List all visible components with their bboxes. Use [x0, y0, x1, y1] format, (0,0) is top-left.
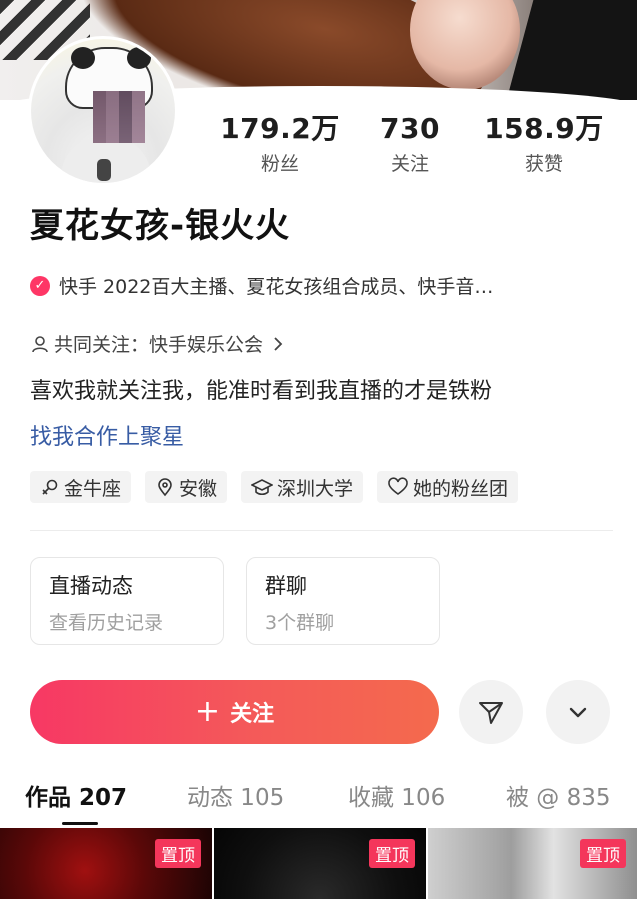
profile-nickname: 夏花女孩-银火火 — [30, 206, 291, 246]
tag-school[interactable]: 深圳大学 — [241, 471, 364, 503]
divider — [30, 530, 613, 531]
following-label: 关注 — [390, 153, 429, 175]
tag-location-label: 安徽 — [179, 477, 218, 500]
stat-following[interactable]: 730 关注 — [360, 113, 460, 176]
plus-icon: + — [194, 694, 221, 729]
person-icon — [32, 335, 48, 352]
tab-mentions[interactable]: 被 @ 835 — [506, 778, 611, 812]
tag-location[interactable]: 安徽 — [145, 471, 228, 503]
avatar-image — [31, 39, 175, 183]
video-thumbnail[interactable]: 置顶 — [428, 828, 637, 899]
verification-row[interactable]: ✓ 快手 2022百大主播、夏花女孩组合成员、快手音… — [30, 272, 493, 299]
verification-text: 快手 2022百大主播、夏花女孩组合成员、快手音… — [59, 276, 494, 298]
followers-label: 粉丝 — [260, 153, 299, 175]
group-chat-card[interactable]: 群聊 3个群聊 — [246, 557, 440, 645]
send-icon — [479, 702, 503, 724]
group-chat-subtitle: 3个群聊 — [265, 612, 335, 634]
graduation-cap-icon — [251, 479, 274, 496]
live-history-subtitle: 查看历史记录 — [49, 612, 164, 634]
tag-fan-club-label: 她的粉丝团 — [413, 477, 509, 500]
verified-check-icon: ✓ — [30, 275, 50, 296]
pinned-badge: 置顶 — [155, 839, 201, 868]
stat-followers[interactable]: 179.2万 粉丝 — [215, 113, 345, 176]
tab-moments[interactable]: 动态 105 — [187, 778, 284, 812]
likes-label: 获赞 — [524, 153, 563, 175]
followers-count: 179.2万 — [220, 112, 340, 145]
profile-bio: 喜欢我就关注我，能准时看到我直播的才是铁粉 — [30, 379, 493, 404]
following-count: 730 — [380, 112, 440, 145]
pinned-badge: 置顶 — [580, 839, 626, 868]
profile-tags: 金牛座 安徽 深圳大学 她的粉丝团 — [30, 471, 519, 503]
tag-fan-club[interactable]: 她的粉丝团 — [377, 471, 519, 503]
tab-works[interactable]: 作品 207 — [25, 778, 127, 812]
likes-count: 158.9万 — [484, 112, 604, 145]
mutual-follow-row[interactable]: 共同关注：快手娱乐公会 — [30, 330, 291, 357]
gender-female-icon — [42, 479, 58, 495]
mutual-follow-text: 共同关注：快手娱乐公会 — [54, 334, 264, 356]
pinned-badge: 置顶 — [369, 839, 415, 868]
share-button[interactable] — [459, 680, 523, 744]
tag-school-label: 深圳大学 — [277, 477, 354, 500]
heart-outline-icon — [388, 477, 408, 495]
live-history-title: 直播动态 — [49, 574, 133, 598]
chevron-right-icon — [274, 336, 283, 351]
collab-link[interactable]: 找我合作上聚星 — [30, 419, 184, 451]
follow-label: 关注 — [230, 702, 275, 727]
avatar[interactable] — [28, 36, 178, 186]
live-history-card[interactable]: 直播动态 查看历史记录 — [30, 557, 224, 645]
video-thumbnail[interactable]: 置顶 — [214, 828, 426, 899]
location-pin-icon — [158, 478, 172, 497]
active-tab-indicator — [62, 822, 98, 825]
tag-zodiac-label: 金牛座 — [64, 477, 122, 500]
more-button[interactable] — [546, 680, 610, 744]
tab-favorites[interactable]: 收藏 106 — [348, 778, 445, 812]
chevron-down-icon — [569, 707, 587, 718]
banner-hair — [503, 0, 637, 100]
stat-likes[interactable]: 158.9万 获赞 — [478, 113, 610, 176]
follow-button[interactable]: + 关注 — [30, 680, 439, 744]
tag-zodiac[interactable]: 金牛座 — [30, 471, 132, 503]
video-thumbnail[interactable]: 置顶 — [0, 828, 212, 899]
face-blur — [93, 91, 145, 143]
group-chat-title: 群聊 — [265, 574, 307, 598]
